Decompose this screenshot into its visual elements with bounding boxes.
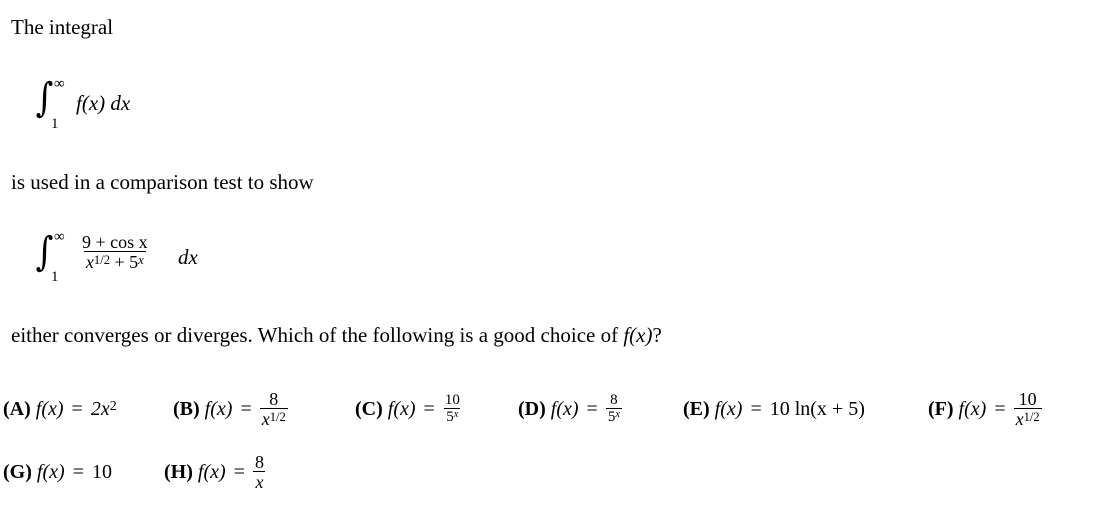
choice-label: (G) [3, 460, 32, 483]
choice-d[interactable]: (D) f(x) = 8 5x [518, 387, 622, 431]
choice-lhs: f(x) [204, 397, 233, 420]
choice-label: (C) [355, 397, 383, 420]
choice-rhs: 10 [91, 460, 112, 483]
choice-label: (B) [173, 397, 200, 420]
prompt-fx: f(x) [623, 323, 653, 347]
middle-text: is used in a comparison test to show [11, 170, 314, 194]
rhs-text: 2x [90, 397, 110, 420]
denominator: 5x [605, 408, 622, 425]
choice-lhs: f(x) [550, 397, 579, 420]
numerator: 10 [1018, 389, 1037, 409]
numerator: 8 [610, 392, 618, 408]
den-rest-exp: x [138, 252, 144, 267]
den-rest: + 5 [110, 252, 139, 272]
numerator: 8 [269, 389, 279, 409]
denominator: x1/2 [1013, 408, 1042, 429]
prompt-suffix: ? [652, 323, 662, 347]
equals-sign: = [586, 397, 598, 420]
choice-a[interactable]: (A) f(x) = 2x2 [3, 387, 117, 431]
prompt-text: either converges or diverges. Which of t… [11, 323, 662, 348]
equals-sign: = [72, 460, 84, 483]
den-exp: 1/2 [1023, 409, 1040, 424]
prompt-prefix: either converges or diverges. Which of t… [11, 323, 624, 347]
den-exp: 1/2 [269, 409, 286, 424]
numerator: 8 [254, 452, 264, 472]
integral-sign: ∫ [35, 229, 54, 275]
denominator: x1/2 [259, 408, 288, 429]
den-exp: 1/2 [93, 252, 110, 267]
den-exp: x [615, 409, 620, 421]
choice-label: (D) [518, 397, 546, 420]
lower-limit: 1 [51, 269, 59, 285]
choice-lhs: f(x) [197, 460, 226, 483]
differential: dx [178, 245, 198, 269]
numerator-text: 9 + cos x [82, 232, 148, 252]
numerator: 10 [444, 392, 460, 408]
choice-rhs: 2x2 [91, 398, 117, 421]
choice-e[interactable]: (E) f(x) = 10 ln(x + 5) [683, 387, 865, 431]
choice-label: (A) [3, 397, 31, 420]
den-base: x [85, 252, 94, 272]
choice-fraction: 8 x [253, 453, 266, 491]
equals-sign: = [994, 397, 1006, 420]
integral-sign: ∫ [35, 75, 54, 121]
intro-text: The integral [11, 15, 114, 39]
equals-sign: = [71, 397, 83, 420]
equals-sign: = [240, 397, 252, 420]
choice-label: (F) [928, 397, 954, 420]
choice-fraction: 10 5x [443, 393, 462, 425]
choice-lhs: f(x) [714, 397, 743, 420]
den-base: x [1015, 409, 1024, 429]
lower-limit: 1 [51, 116, 59, 132]
numerator: 9 + cos x [80, 233, 150, 251]
den-exp: x [453, 409, 459, 421]
choice-fraction: 10 x1/2 [1013, 389, 1042, 429]
equals-sign: = [423, 397, 435, 420]
choice-lhs: f(x) [387, 397, 416, 420]
choice-lhs: f(x) [35, 397, 64, 420]
integrand: f(x) dx [76, 91, 131, 115]
choice-label: (E) [683, 397, 710, 420]
choice-label: (H) [164, 460, 193, 483]
den-base: 5 [446, 409, 454, 425]
choice-b[interactable]: (B) f(x) = 8 x1/2 [173, 387, 288, 431]
choice-fraction: 8 x1/2 [259, 389, 288, 429]
choice-lhs: f(x) [36, 460, 65, 483]
choice-c[interactable]: (C) f(x) = 10 5x [355, 387, 462, 431]
integrand-fraction: 9 + cos x x1/2 + 5x [80, 233, 150, 271]
choice-lhs: f(x) [958, 397, 987, 420]
choice-rhs: 10 ln(x + 5) [769, 397, 865, 420]
choice-g[interactable]: (G) f(x) = 10 [3, 450, 112, 494]
upper-limit: ∞ [54, 229, 65, 245]
choice-fraction: 8 5x [605, 392, 622, 425]
choice-f[interactable]: (F) f(x) = 10 x1/2 [928, 387, 1042, 431]
den-base: x [261, 409, 270, 429]
choice-h[interactable]: (H) f(x) = 8 x [164, 450, 266, 494]
denominator: 5x [444, 408, 461, 425]
rhs-exp: 2 [109, 398, 117, 414]
upper-limit: ∞ [54, 76, 65, 92]
denominator: x1/2 + 5x [83, 251, 146, 272]
equals-sign: = [233, 460, 245, 483]
denominator: x [253, 471, 266, 492]
equals-sign: = [750, 397, 762, 420]
